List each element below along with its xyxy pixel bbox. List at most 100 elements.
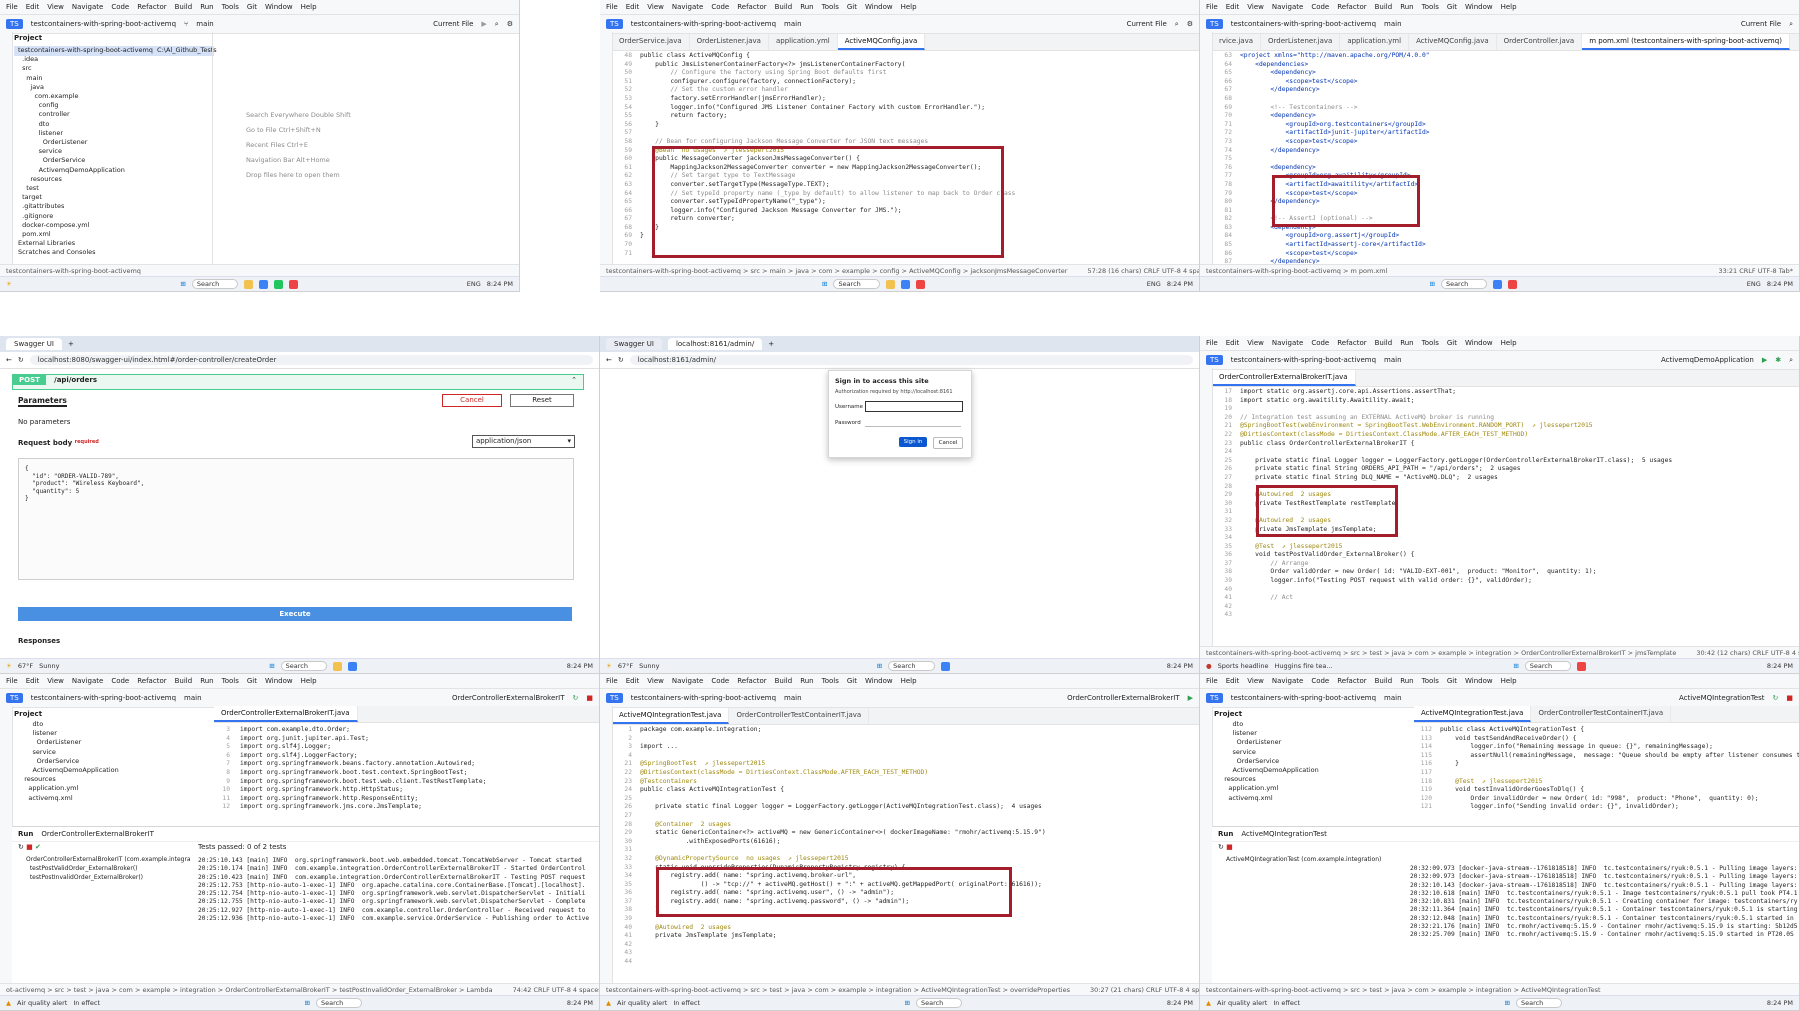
windows-start-icon[interactable]: ⊞ xyxy=(822,280,827,288)
tree-item[interactable]: testcontainers-with-spring-boot-activemq… xyxy=(18,46,217,55)
app-icon[interactable] xyxy=(289,279,299,289)
menu-item-edit[interactable]: Edit xyxy=(1226,339,1240,347)
test-result-item[interactable]: ActiveMQIntegrationTest (com.example.int… xyxy=(1226,855,1381,864)
status-position[interactable]: 57:28 (16 chars) CRLF UTF-8 4 spaces xyxy=(1087,267,1199,275)
cancel-button[interactable]: Cancel xyxy=(933,437,963,449)
rerun-icon[interactable]: ↻ xyxy=(1773,694,1779,702)
menu-item-git[interactable]: Git xyxy=(247,677,257,685)
editor-tab[interactable]: OrderControllerExternalBrokerIT.java xyxy=(214,706,358,722)
app-icon[interactable] xyxy=(1493,279,1503,289)
windows-start-icon[interactable]: ⊞ xyxy=(1430,280,1435,288)
menu-item-run[interactable]: Run xyxy=(1400,3,1413,11)
project-badge[interactable]: TS xyxy=(1206,355,1223,365)
clock[interactable]: 8:24 PM xyxy=(1167,999,1193,1007)
weather-text[interactable]: Air quality alert xyxy=(617,999,667,1007)
menu-item-build[interactable]: Build xyxy=(175,3,193,11)
menu-item-git[interactable]: Git xyxy=(847,677,857,685)
menu-item-edit[interactable]: Edit xyxy=(1226,3,1240,11)
tree-item[interactable]: src xyxy=(18,64,217,73)
status-breadcrumb[interactable]: testcontainers-with-spring-boot-activemq… xyxy=(606,267,1067,275)
menu-item-build[interactable]: Build xyxy=(775,677,793,685)
menu-item-refactor[interactable]: Refactor xyxy=(737,3,766,11)
menu-item-help[interactable]: Help xyxy=(301,3,317,11)
alert-icon[interactable]: ▲ xyxy=(6,999,11,1007)
tree-item[interactable]: OrderService xyxy=(18,156,217,165)
menu-item-navigate[interactable]: Navigate xyxy=(72,3,103,11)
tree-item[interactable]: listener xyxy=(18,129,217,138)
menu-item-file[interactable]: File xyxy=(606,3,618,11)
status-breadcrumb[interactable]: testcontainers-with-spring-boot-activemq… xyxy=(1206,267,1387,275)
branch-name[interactable]: main xyxy=(784,694,802,702)
stop-icon[interactable]: ■ xyxy=(586,694,593,702)
menu-item-code[interactable]: Code xyxy=(111,677,129,685)
run-icon[interactable]: ▶ xyxy=(1188,694,1193,702)
branch-name[interactable]: main xyxy=(784,20,802,28)
tree-item[interactable]: docker-compose.yml xyxy=(18,221,217,230)
run-config-selector[interactable]: ActivemqDemoApplication xyxy=(1661,356,1754,364)
refresh-icon[interactable]: ↻ xyxy=(618,356,624,364)
tree-item[interactable]: main xyxy=(18,74,217,83)
weather-text[interactable]: Air quality alert xyxy=(1217,999,1267,1007)
menu-item-run[interactable]: Run xyxy=(1400,339,1413,347)
editor-tab[interactable]: OrderService.java xyxy=(612,34,690,50)
editor-tab[interactable]: m pom.xml (testcontainers-with-spring-bo… xyxy=(1582,34,1790,50)
status-breadcrumb[interactable]: testcontainers-with-spring-boot-activemq… xyxy=(1206,649,1676,657)
menu-item-navigate[interactable]: Navigate xyxy=(1272,339,1303,347)
branch-name[interactable]: main xyxy=(1384,356,1402,364)
execute-button[interactable]: Execute xyxy=(18,607,572,621)
menu-item-refactor[interactable]: Refactor xyxy=(737,677,766,685)
clock[interactable]: 8:24 PM xyxy=(1767,280,1793,288)
branch-name[interactable]: main xyxy=(184,694,202,702)
test-results-tree[interactable]: ActiveMQIntegrationTest (com.example.int… xyxy=(1226,855,1381,864)
menu-item-window[interactable]: Window xyxy=(265,677,293,685)
menu-item-file[interactable]: File xyxy=(6,677,18,685)
windows-start-icon[interactable]: ⊞ xyxy=(1513,662,1518,670)
tree-item[interactable]: controller xyxy=(18,110,217,119)
taskbar-search[interactable]: Search xyxy=(191,279,239,289)
project-name[interactable]: testcontainers-with-spring-boot-activemq xyxy=(631,694,776,702)
console-output[interactable]: 20:32:09.973 [docker-java-stream--176181… xyxy=(1410,865,1797,940)
app-icon[interactable] xyxy=(940,661,950,671)
tree-item[interactable]: OrderListener xyxy=(1216,738,1319,747)
request-body-editor[interactable]: { "id": "ORDER-VALID-789", "product": "W… xyxy=(18,458,574,580)
tree-item[interactable]: service xyxy=(18,147,217,156)
tree-item[interactable]: resources xyxy=(16,775,119,784)
clock[interactable]: 8:24 PM xyxy=(1167,662,1193,670)
windows-start-icon[interactable]: ⊞ xyxy=(877,662,882,670)
menu-item-file[interactable]: File xyxy=(606,677,618,685)
language-indicator[interactable]: ENG xyxy=(1147,280,1161,288)
menu-item-git[interactable]: Git xyxy=(247,3,257,11)
alert-icon[interactable]: ▲ xyxy=(606,999,611,1007)
rerun-icon[interactable]: ↻ xyxy=(573,694,579,702)
menu-item-help[interactable]: Help xyxy=(1501,3,1517,11)
tree-item[interactable]: ActivemqDemoApplication xyxy=(16,766,119,775)
test-result-item[interactable]: testPostValidOrder_ExternalBroker() xyxy=(26,864,191,873)
menu-item-tools[interactable]: Tools xyxy=(222,3,239,11)
taskbar-search[interactable]: Search xyxy=(888,661,935,671)
weather-text[interactable]: Sports headline xyxy=(1218,662,1269,670)
windows-start-icon[interactable]: ⊞ xyxy=(305,999,310,1007)
menu-item-edit[interactable]: Edit xyxy=(26,3,40,11)
menu-item-help[interactable]: Help xyxy=(901,3,917,11)
menu-item-edit[interactable]: Edit xyxy=(26,677,40,685)
clock[interactable]: 8:24 PM xyxy=(1167,280,1193,288)
post-operation-header[interactable]: POST /api/orders ⌃ xyxy=(12,374,584,390)
language-indicator[interactable]: ENG xyxy=(467,280,481,288)
project-name[interactable]: testcontainers-with-spring-boot-activemq xyxy=(31,20,176,28)
weather-text[interactable]: 67°F xyxy=(618,662,633,670)
app-icon[interactable] xyxy=(915,279,925,289)
tree-item[interactable]: dto xyxy=(16,720,119,729)
menu-item-code[interactable]: Code xyxy=(1311,3,1329,11)
editor-tab[interactable]: application.yml xyxy=(1340,34,1410,50)
console-output[interactable]: 20:25:10.143 [main] INFO org.springframe… xyxy=(198,857,589,923)
menu-item-tools[interactable]: Tools xyxy=(822,677,839,685)
menu-item-view[interactable]: View xyxy=(47,3,64,11)
status-position[interactable]: 74:42 CRLF UTF-8 4 spaces xyxy=(513,986,599,994)
clock[interactable]: 8:24 PM xyxy=(487,280,513,288)
menu-item-help[interactable]: Help xyxy=(1501,677,1517,685)
menu-item-code[interactable]: Code xyxy=(1311,677,1329,685)
search-icon[interactable]: ⌕ xyxy=(1175,20,1179,29)
reset-button[interactable]: Reset xyxy=(510,394,574,407)
back-icon[interactable]: ← xyxy=(6,356,12,364)
app-icon[interactable] xyxy=(900,279,910,289)
